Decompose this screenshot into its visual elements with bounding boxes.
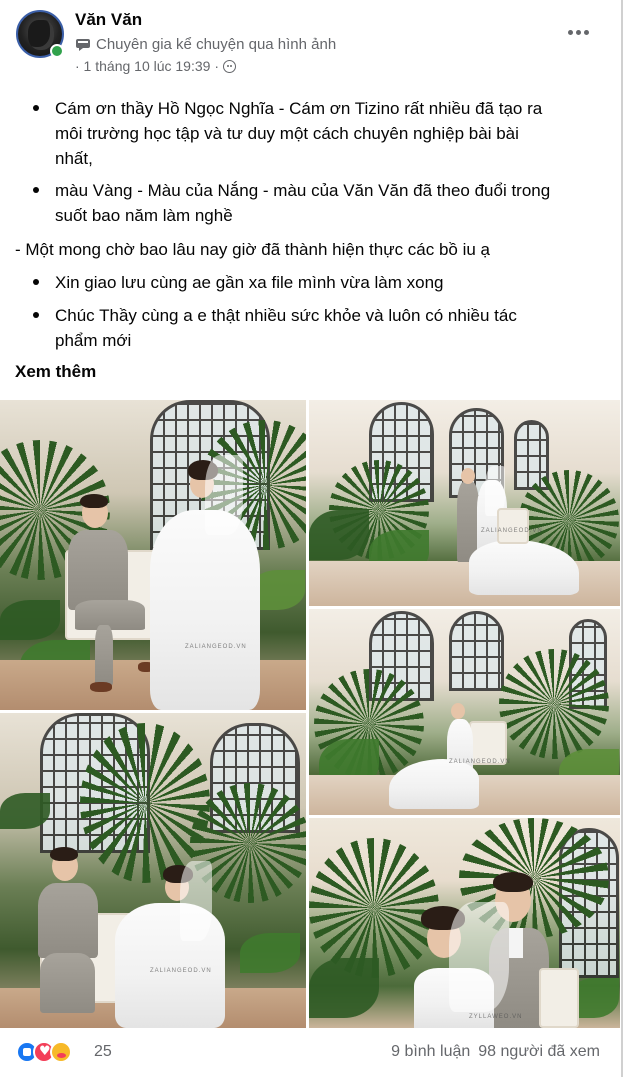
post-stats: 9 bình luận 98 người đã xem [391,1043,600,1061]
veil-shape [180,861,212,941]
author-name[interactable]: Văn Văn [75,10,142,30]
groom-hair-shape [493,872,533,892]
more-horizontal-icon [567,29,573,35]
photo-watermark: ZYLLAWEO.VN [469,1014,523,1020]
bullet-dot [33,187,39,193]
leaf-shape [309,958,379,1018]
bullet-dot [33,279,39,285]
window-shape [449,611,504,691]
reactions-summary[interactable] [16,1041,72,1063]
veil-shape [449,902,509,1012]
author-badge: Chuyên gia kể chuyện qua hình ảnh [75,36,336,53]
post-footer: 25 9 bình luận 98 người đã xem [0,1035,620,1069]
badge-label: Chuyên gia kể chuyện qua hình ảnh [96,36,337,53]
leaf-shape [0,600,60,640]
more-options-button[interactable] [560,18,596,46]
photo-couple-bench-garden[interactable]: ZALIANGEOD.VN [0,400,306,710]
post-card: Văn Văn Chuyên gia kể chuyện qua hình ản… [0,0,623,1077]
comments-count[interactable]: 9 bình luận [391,1043,470,1061]
text-line: màu Vàng - Màu của Nắng - màu của Văn Vă… [55,181,551,200]
text-line: Cám ơn thầy Hồ Ngọc Nghĩa - Cám ơn Tizin… [55,99,543,118]
leaf-shape [240,933,300,973]
see-more-link[interactable]: Xem thêm [15,362,96,382]
more-dot [575,29,581,35]
photo-watermark: ZALIANGEOD.VN [449,759,511,765]
groom-suit-shape [68,530,128,610]
text-line: Xin giao lưu cùng ae gần xa file mình vừ… [55,273,444,292]
groom-suit-shape [38,883,98,958]
groom-legs-shape [40,953,95,1013]
text-line: suốt bao năm làm nghề [55,206,233,225]
text-line: - Một mong chờ bao lâu nay giờ đã thành … [15,240,491,259]
friends-icon[interactable] [223,59,236,73]
post-header: Văn Văn Chuyên gia kể chuyện qua hình ản… [0,0,623,90]
groom-face-shape [461,468,475,484]
veil-shape [205,455,243,535]
groom-leg-shape [95,625,113,685]
photo-couple-hall-windows[interactable]: ZALIANGEOD.VN [309,400,620,606]
post-meta: · 1 tháng 10 lúc 19:39 · [75,58,236,74]
photo-couple-seated-garden[interactable]: ZALIANGEOD.VN [0,713,306,1028]
bench-shape [497,508,529,544]
speech-bubble-icon [76,38,90,51]
leaf-shape [0,793,50,829]
online-status-dot [50,44,64,58]
groom-legs-shape [75,600,145,630]
bride-dress-shape [150,510,260,710]
photo-watermark: ZALIANGEOD.VN [150,968,212,974]
plant-shape [499,649,609,759]
photo-watermark: ZALIANGEOD.VN [185,644,247,650]
bullet-dot [33,105,39,111]
shirt-shape [509,928,523,958]
views-count[interactable]: 98 người đã xem [478,1043,600,1061]
groom-hair-shape [50,847,78,861]
bench-shape [539,968,579,1028]
care-reaction-icon [50,1041,72,1063]
plant-shape [80,723,210,883]
text-line: nhất, [55,149,93,168]
photo-grid: ZALIANGEOD.VN ZALIANGEOD.VN ZALIANGEOD.V… [0,400,620,1028]
post-timestamp[interactable]: · 1 tháng 10 lúc 19:39 · [75,58,219,74]
plant-shape [309,838,439,978]
shoe-shape [90,682,112,692]
text-line: phẩm mới [55,331,132,350]
photo-watermark: ZALIANGEOD.VN [481,528,543,534]
photo-couple-closeup[interactable]: ZYLLAWEO.VN [309,818,620,1028]
more-dot [583,29,589,35]
reaction-count[interactable]: 25 [94,1043,112,1061]
bride-face-shape [451,703,465,719]
text-line: Chúc Thầy cùng a e thật nhiều sức khỏe v… [55,306,517,325]
bullet-dot [33,312,39,318]
leaf-shape [309,510,369,560]
photo-bride-bench-hall[interactable]: ZALIANGEOD.VN [309,609,620,815]
groom-hair-shape [80,494,108,508]
text-line: môi trường học tập và tư duy một cách ch… [55,124,519,143]
